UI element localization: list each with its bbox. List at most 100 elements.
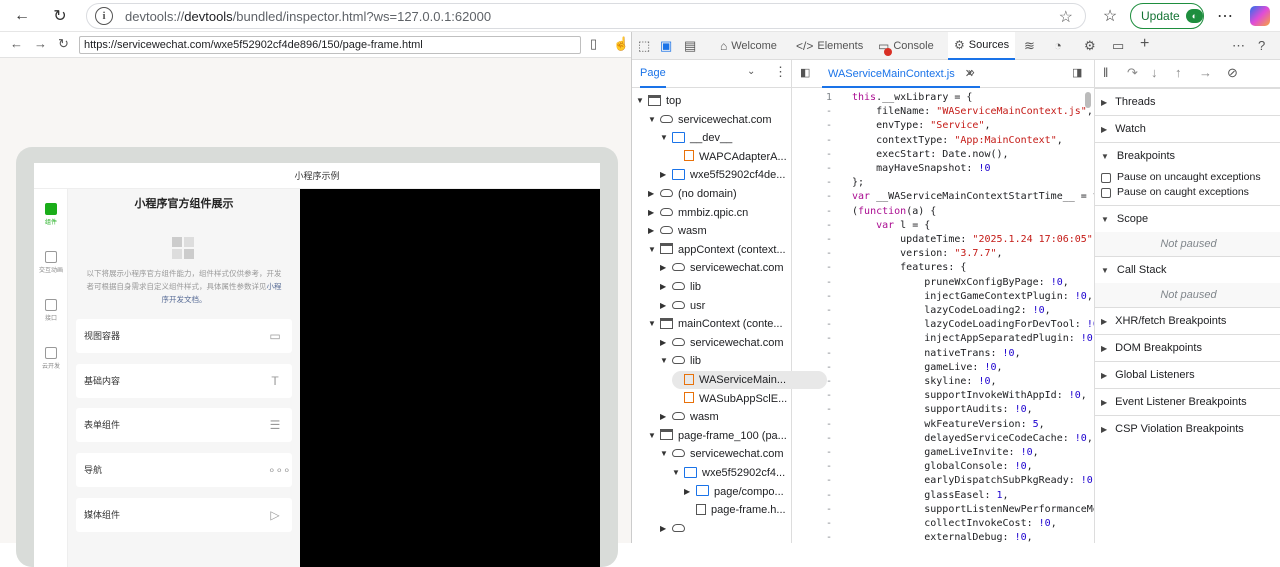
line-number[interactable]: - bbox=[792, 234, 832, 245]
settings-gear-icon[interactable]: ⚙ bbox=[1084, 38, 1096, 54]
device-toggle-icon[interactable]: ▣ bbox=[660, 38, 672, 54]
section-watch[interactable]: ▶ Watch bbox=[1095, 115, 1280, 142]
tab-console[interactable]: ▭ Console bbox=[874, 32, 938, 60]
line-number[interactable]: - bbox=[792, 362, 832, 373]
line-number[interactable]: - bbox=[792, 120, 832, 131]
reload-icon[interactable]: ↻ bbox=[48, 4, 72, 28]
line-number[interactable]: - bbox=[792, 490, 832, 501]
deactivate-breakpoints-icon[interactable]: ⊘ bbox=[1227, 65, 1238, 81]
tab-sources[interactable]: ⚙ Sources bbox=[948, 32, 1016, 60]
help-icon[interactable]: ? bbox=[1258, 38, 1265, 53]
inner-back-icon[interactable]: ← bbox=[10, 36, 23, 51]
section-call-stack[interactable]: ▼ Call Stack bbox=[1095, 256, 1280, 283]
application-icon[interactable]: ▭ bbox=[1112, 38, 1124, 54]
section-global-listeners[interactable]: ▶ Global Listeners bbox=[1095, 361, 1280, 388]
chevron-down-icon[interactable]: ⌄ bbox=[747, 66, 755, 77]
info-icon[interactable]: i bbox=[95, 7, 113, 25]
pause-caught-checkbox[interactable]: Pause on caught exceptions bbox=[1101, 185, 1249, 200]
touch-icon[interactable]: ☝ bbox=[613, 36, 629, 52]
line-number[interactable]: - bbox=[792, 206, 832, 217]
line-number[interactable]: - bbox=[792, 163, 832, 174]
section-scope[interactable]: ▼ Scope bbox=[1095, 205, 1280, 232]
tree-item[interactable]: ▼ appContext (context... bbox=[648, 241, 803, 259]
inner-forward-icon[interactable]: → bbox=[34, 36, 47, 51]
line-number[interactable]: - bbox=[792, 433, 832, 444]
star-icon[interactable]: ☆ bbox=[1059, 7, 1073, 27]
step-into-icon[interactable]: ↓ bbox=[1151, 65, 1158, 80]
dock-icon[interactable]: ▤ bbox=[684, 38, 696, 54]
step-over-icon[interactable]: ↷ bbox=[1127, 65, 1138, 81]
tree-item[interactable]: ▼ page-frame_100 (pa... bbox=[648, 427, 803, 445]
section-xhr-breakpoints[interactable]: ▶ XHR/fetch Breakpoints bbox=[1095, 307, 1280, 334]
menu-item[interactable]: 基础内容 T bbox=[76, 364, 292, 398]
tab-welcome[interactable]: ⌂ Welcome bbox=[714, 32, 783, 60]
line-number[interactable]: - bbox=[792, 277, 832, 288]
line-number[interactable]: - bbox=[792, 404, 832, 415]
more-tabs-icon[interactable]: » bbox=[968, 65, 975, 79]
sidebar-item-animation[interactable]: 交互动画 bbox=[34, 251, 68, 274]
tree-item[interactable]: ▶ mmbiz.qpic.cn bbox=[648, 204, 803, 222]
inspect-icon[interactable]: ⬚ bbox=[638, 38, 650, 54]
kebab-menu-icon[interactable]: ⋮ bbox=[774, 64, 787, 80]
line-number[interactable]: - bbox=[792, 220, 832, 231]
tree-item[interactable]: ▶ (no domain) bbox=[648, 185, 803, 203]
line-number[interactable]: - bbox=[792, 149, 832, 160]
favorites-icon[interactable]: ☆ bbox=[1098, 4, 1122, 28]
editor-file-tab[interactable]: WAServiceMainContext.js ✕ bbox=[822, 60, 980, 88]
line-number[interactable]: - bbox=[792, 475, 832, 486]
sidebar-item-cloud[interactable]: 云开发 bbox=[34, 347, 68, 370]
line-number[interactable]: - bbox=[792, 191, 832, 202]
tree-item[interactable]: ▼ top bbox=[636, 92, 791, 110]
line-number[interactable]: - bbox=[792, 348, 832, 359]
line-number[interactable]: - bbox=[792, 390, 832, 401]
section-breakpoints[interactable]: ▼ Breakpoints bbox=[1095, 142, 1280, 169]
tab-page[interactable]: Page bbox=[640, 60, 666, 88]
line-number[interactable]: - bbox=[792, 333, 832, 344]
line-number[interactable]: - bbox=[792, 376, 832, 387]
more-tools-icon[interactable]: ⋯ bbox=[1232, 38, 1245, 54]
tree-item[interactable]: ▼ servicewechat.com bbox=[648, 111, 803, 129]
sidebar-item-components[interactable]: 组件 bbox=[34, 203, 68, 226]
line-number[interactable]: - bbox=[792, 447, 832, 458]
section-event-listener-breakpoints[interactable]: ▶ Event Listener Breakpoints bbox=[1095, 388, 1280, 415]
inner-address-input[interactable]: https://servicewechat.com/wxe5f52902cf4d… bbox=[79, 36, 581, 54]
step-out-icon[interactable]: ↑ bbox=[1175, 65, 1182, 80]
line-number[interactable]: - bbox=[792, 291, 832, 302]
inner-reload-icon[interactable]: ↻ bbox=[58, 36, 69, 52]
sidebar-item-api[interactable]: 接口 bbox=[34, 299, 68, 322]
menu-item[interactable]: 表单组件 ☰ bbox=[76, 408, 292, 442]
line-number[interactable]: - bbox=[792, 262, 832, 273]
line-number[interactable]: 1 bbox=[792, 92, 832, 103]
line-number[interactable]: - bbox=[792, 248, 832, 259]
line-number[interactable]: - bbox=[792, 504, 832, 515]
copilot-icon[interactable] bbox=[1250, 6, 1270, 26]
line-number[interactable]: - bbox=[792, 532, 832, 543]
step-icon[interactable]: → bbox=[1199, 65, 1212, 80]
line-number[interactable]: - bbox=[792, 106, 832, 117]
code-view[interactable]: 1 this.__wxLibrary = {- fileName: "WAServ… bbox=[792, 88, 1094, 543]
network-icon[interactable]: ≋ bbox=[1024, 38, 1035, 54]
line-number[interactable]: - bbox=[792, 518, 832, 529]
pause-uncaught-checkbox[interactable]: Pause on uncaught exceptions bbox=[1101, 170, 1261, 185]
line-number[interactable]: - bbox=[792, 305, 832, 316]
tab-elements[interactable]: </> Elements bbox=[792, 32, 867, 60]
address-bar[interactable]: i devtools://devtools/bundled/inspector.… bbox=[86, 3, 1086, 29]
section-dom-breakpoints[interactable]: ▶ DOM Breakpoints bbox=[1095, 334, 1280, 361]
update-button[interactable]: Update ◐ bbox=[1130, 3, 1204, 29]
performance-icon[interactable]: ◔ bbox=[1054, 38, 1062, 53]
more-menu-icon[interactable]: ⋯ bbox=[1213, 4, 1237, 28]
menu-item[interactable]: 导航 ∘∘∘ bbox=[76, 453, 292, 487]
line-number[interactable]: - bbox=[792, 177, 832, 188]
section-threads[interactable]: ▶ Threads bbox=[1095, 88, 1280, 115]
pause-icon[interactable]: ‖ bbox=[1103, 65, 1108, 80]
add-tab-icon[interactable]: + bbox=[1140, 35, 1149, 53]
toggle-navigator-icon[interactable]: ◧ bbox=[800, 66, 810, 79]
tree-item[interactable]: ▼ mainContext (conte... bbox=[648, 315, 803, 333]
line-number[interactable]: - bbox=[792, 135, 832, 146]
line-number[interactable]: - bbox=[792, 461, 832, 472]
tree-item[interactable]: ▶ wasm bbox=[648, 222, 803, 240]
toggle-debugger-icon[interactable]: ◨ bbox=[1072, 66, 1082, 79]
section-csp-breakpoints[interactable]: ▶ CSP Violation Breakpoints bbox=[1095, 415, 1280, 442]
back-icon[interactable]: ← bbox=[10, 4, 34, 28]
line-number[interactable]: - bbox=[792, 319, 832, 330]
